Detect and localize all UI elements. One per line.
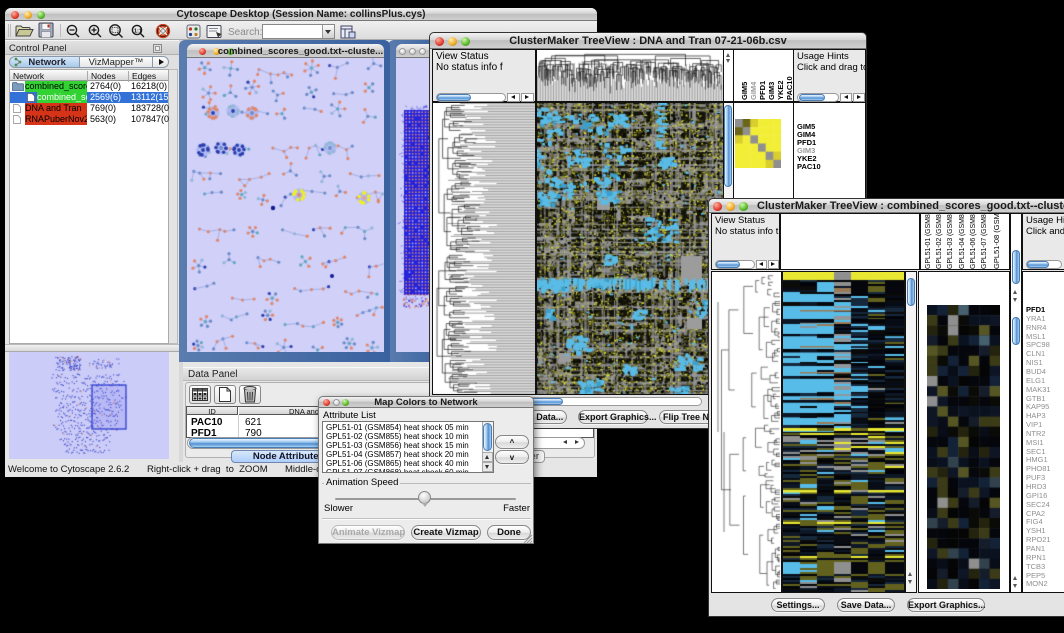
svg-text:1:1: 1:1: [134, 29, 142, 35]
